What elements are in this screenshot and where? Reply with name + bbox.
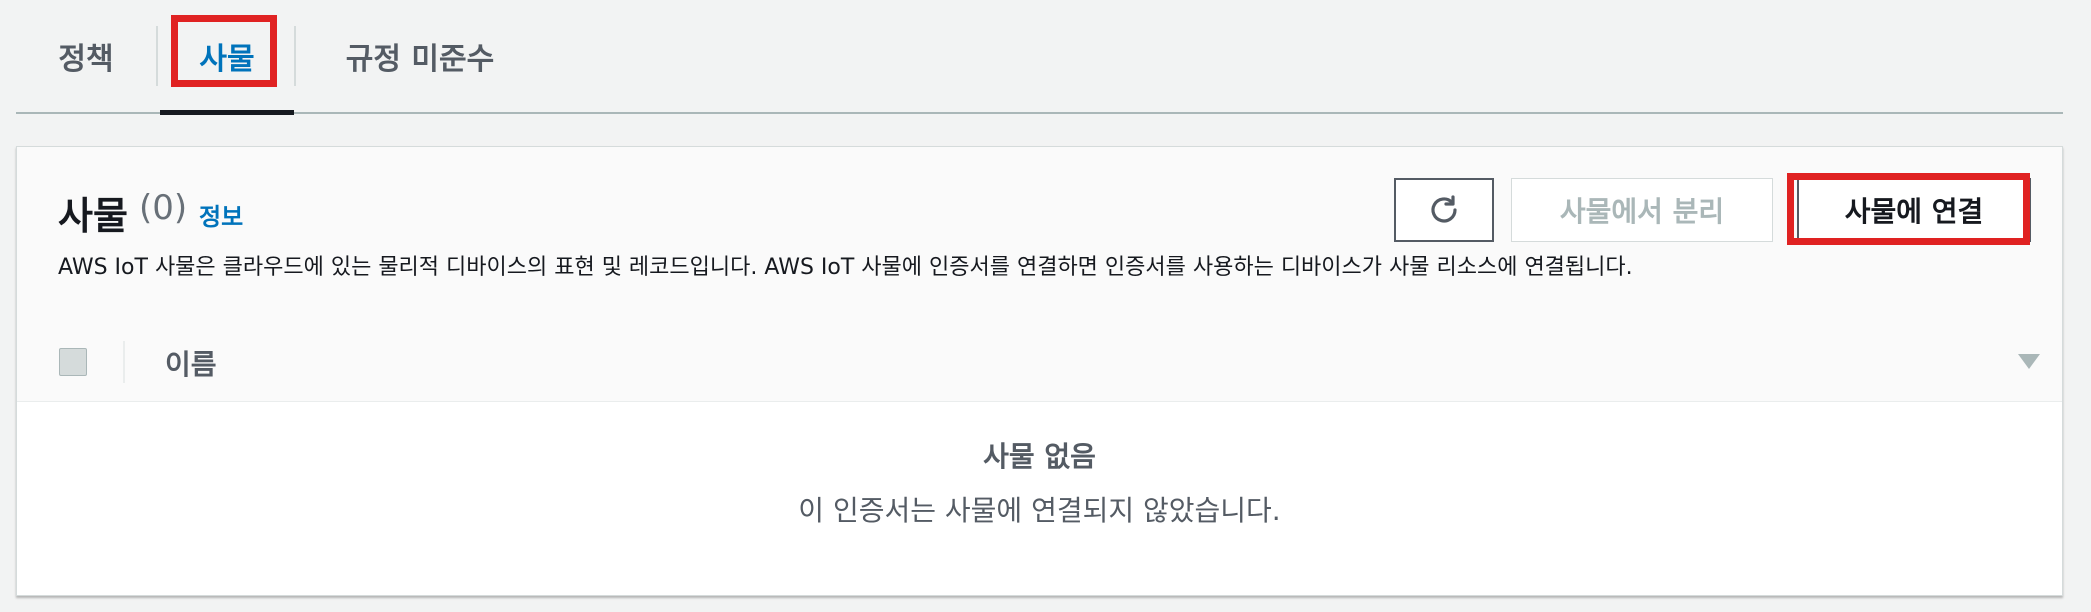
detach-thing-button[interactable]: 사물에서 분리 [1511, 178, 1773, 242]
empty-state-title: 사물 없음 [983, 440, 1096, 473]
panel-title: 사물 [58, 194, 128, 238]
active-tab-indicator [160, 110, 294, 115]
panel-header: 사물 (0) 정보 AWS IoT 사물은 클라우드에 있는 물리적 디바이스의… [17, 147, 2062, 324]
sort-caret-icon[interactable] [2018, 354, 2040, 369]
highlight-box-tab [171, 15, 277, 87]
item-count: (0) [139, 188, 188, 228]
things-panel: 사물 (0) 정보 AWS IoT 사물은 클라우드에 있는 물리적 디바이스의… [16, 146, 2063, 596]
table-header: 이름 [17, 323, 2062, 402]
column-name-header[interactable]: 이름 [165, 343, 217, 383]
column-divider [123, 341, 125, 383]
tab-policies[interactable]: 정책 [16, 0, 156, 112]
tab-noncompliance[interactable]: 규정 미준수 [310, 0, 530, 112]
refresh-button[interactable] [1394, 178, 1494, 242]
highlight-box-attach [1787, 173, 2030, 245]
info-link[interactable]: 정보 [199, 197, 243, 232]
tab-divider [156, 26, 158, 86]
panel-description: AWS IoT 사물은 클라우드에 있는 물리적 디바이스의 표현 및 레코드입… [58, 255, 1633, 280]
tab-bar: 정책 사물 규정 미준수 [16, 0, 2063, 115]
tab-divider [294, 26, 296, 86]
empty-state-message: 이 인증서는 사물에 연결되지 않았습니다. [798, 494, 1281, 527]
select-all-checkbox[interactable] [59, 348, 87, 376]
refresh-icon [1431, 195, 1457, 223]
